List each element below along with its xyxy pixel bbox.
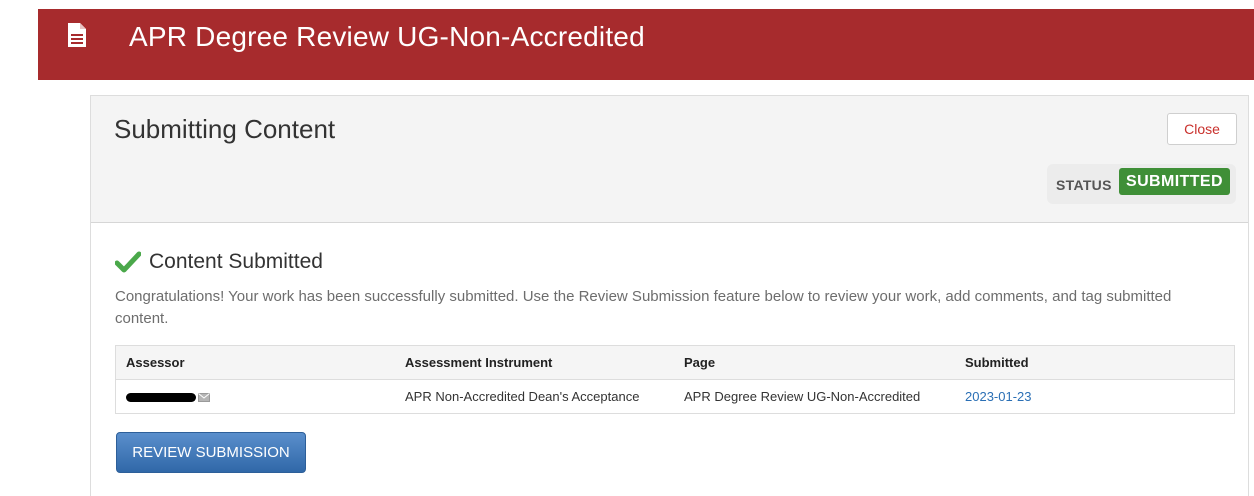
redacted-assessor-name bbox=[126, 393, 196, 403]
instrument-cell: APR Non-Accredited Dean's Acceptance bbox=[395, 379, 674, 414]
column-header-assessor: Assessor bbox=[115, 345, 395, 380]
confirmation-title: Content Submitted bbox=[149, 250, 323, 273]
page-cell: APR Degree Review UG-Non-Accredited bbox=[674, 379, 955, 414]
status-indicator: STATUS SUBMITTED bbox=[1047, 164, 1236, 204]
close-button[interactable]: Close bbox=[1167, 113, 1237, 145]
table-header-row: Assessor Assessment Instrument Page Subm… bbox=[115, 345, 1235, 380]
column-header-page: Page bbox=[674, 345, 955, 380]
panel-title: Submitting Content bbox=[114, 114, 336, 144]
checkmark-icon bbox=[115, 251, 141, 273]
submission-table: Assessor Assessment Instrument Page Subm… bbox=[115, 345, 1235, 414]
email-icon[interactable] bbox=[198, 393, 210, 403]
submitted-date-link[interactable]: 2023-01-23 bbox=[965, 389, 1032, 404]
column-header-submitted: Submitted bbox=[955, 345, 1235, 380]
review-submission-button[interactable]: REVIEW SUBMISSION bbox=[116, 432, 306, 473]
panel-header: Submitting Content Close STATUS SUBMITTE… bbox=[91, 96, 1248, 223]
app-header: APR Degree Review UG-Non-Accredited bbox=[38, 9, 1254, 80]
confirmation-message: Congratulations! Your work has been succ… bbox=[115, 288, 1172, 327]
document-icon bbox=[68, 23, 86, 47]
status-badge: SUBMITTED bbox=[1119, 168, 1230, 195]
table-row: APR Non-Accredited Dean's Acceptance APR… bbox=[115, 379, 1235, 414]
submitted-cell: 2023-01-23 bbox=[955, 379, 1235, 414]
column-header-instrument: Assessment Instrument bbox=[395, 345, 674, 380]
assessor-cell bbox=[115, 379, 395, 414]
submission-panel: Submitting Content Close STATUS SUBMITTE… bbox=[90, 95, 1249, 496]
page-title: APR Degree Review UG-Non-Accredited bbox=[129, 21, 645, 52]
status-label: STATUS bbox=[1056, 177, 1112, 193]
